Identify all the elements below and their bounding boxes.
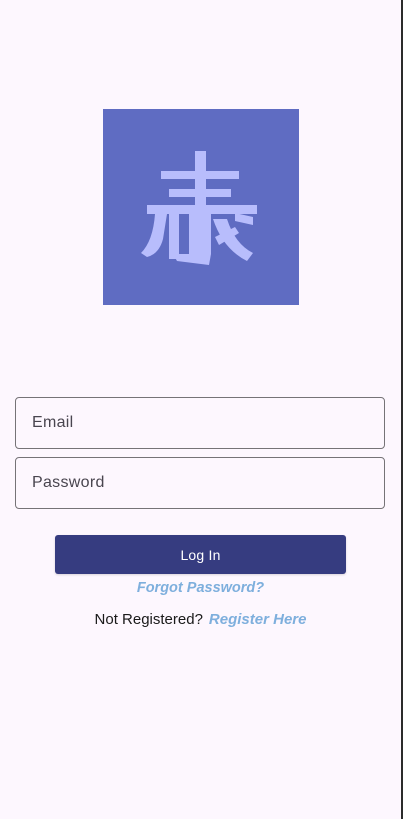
app-logo <box>103 109 299 305</box>
kanji-logo-icon <box>141 151 257 265</box>
email-field[interactable] <box>15 397 385 449</box>
email-input[interactable] <box>16 398 384 448</box>
forgot-password-link[interactable]: Forgot Password? <box>0 580 401 596</box>
password-input[interactable] <box>16 458 384 508</box>
password-field[interactable] <box>15 457 385 509</box>
register-prompt: Not Registered? <box>94 611 203 628</box>
login-button[interactable]: Log In <box>55 535 346 574</box>
register-row: Not Registered? Register Here <box>0 611 401 628</box>
register-link[interactable]: Register Here <box>209 611 307 628</box>
